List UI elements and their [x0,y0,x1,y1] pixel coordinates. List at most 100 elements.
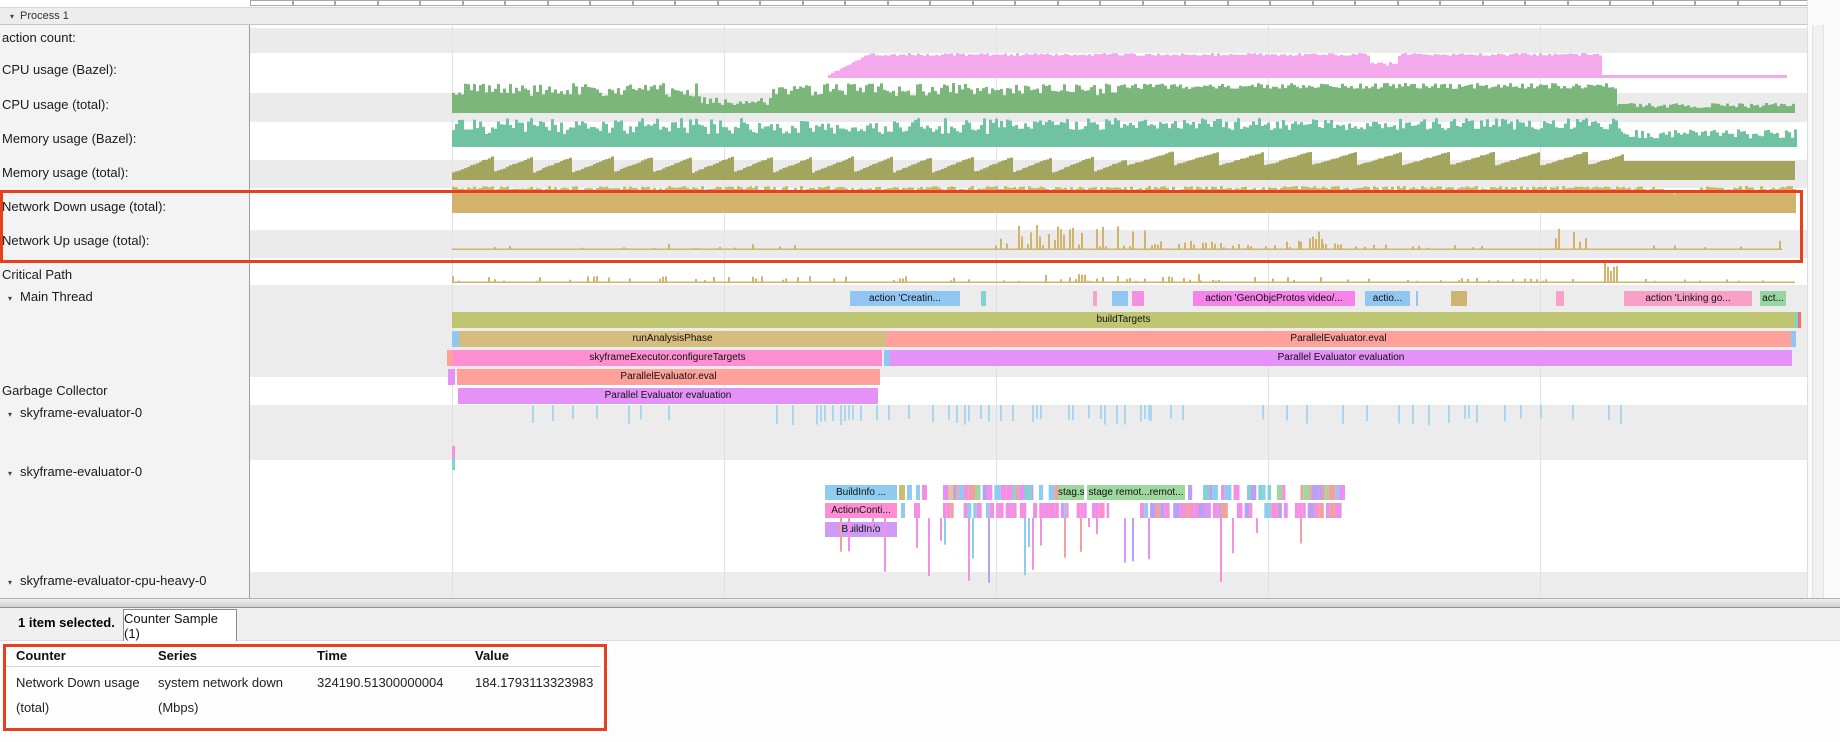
ruler-cell [463,0,506,6]
evaluator-slice[interactable]: stag.stag... [1058,485,1084,500]
evaluator-slice[interactable]: stage remot...remot... [1087,485,1185,500]
ruler-cell [1185,0,1228,6]
track-label-text: skyframe-evaluator-0 [20,405,142,420]
track-label-cpu-usage-total: CPU usage (total): [2,96,109,113]
ruler-cell [675,0,718,6]
ruler-cell [1270,0,1313,6]
track-label-text: Network Down usage (total): [2,199,166,214]
ruler-cell [1355,0,1398,6]
ruler-cell [335,0,378,6]
evaluator-sliver[interactable] [899,485,905,500]
histogram-network-down-usage[interactable] [250,218,1807,250]
track-label-network-up-usage-total: Network Up usage (total): [2,232,149,249]
ruler-cell [1483,0,1526,6]
tab-counter-sample[interactable]: Counter Sample (1) [123,609,237,641]
evaluator-sliver[interactable] [452,446,455,458]
critical-path-slice[interactable]: actio... [1365,291,1410,306]
cell-counter: Network Down usage (total) [16,670,146,720]
details-tabstrip: 1 item selected. Counter Sample (1) [0,608,1840,641]
ruler-cell [250,0,293,6]
collapse-triangle-icon[interactable]: ▾ [10,12,14,21]
track-label-skyframe-evaluator-0[interactable]: ▾ skyframe-evaluator-0 [8,404,142,421]
critical-path-slice[interactable] [1093,291,1097,306]
main-thread-slice[interactable] [1791,331,1796,347]
timeline-canvas[interactable]: action 'Creatin... action 'GenObjcProtos … [250,25,1807,598]
table-header-divider [6,666,601,667]
critical-path-slice[interactable] [1416,291,1418,306]
histogram-cpu-usage-bazel[interactable] [250,81,1807,113]
evaluator-sliver[interactable] [922,485,927,500]
track-label-text: Main Thread [20,289,93,304]
track-label-garbage-collector: Garbage Collector [2,382,108,399]
critical-path-slice[interactable]: action 'Creatin... [850,291,960,306]
main-thread-slice[interactable]: ParallelEvaluator.eval [457,369,880,385]
critical-path-slice[interactable]: action 'GenObjcProtos video/... [1193,291,1355,306]
ruler-cell [1610,0,1653,6]
main-thread-slice[interactable]: skyframeExecutor.configureTargets [453,350,882,366]
main-thread-slice[interactable]: buildTargets [452,312,1795,328]
evaluator-sliver[interactable] [914,503,920,518]
evaluator-sliver[interactable] [901,503,905,518]
track-label-text: Memory usage (total): [2,165,128,180]
histogram-action-count[interactable] [250,46,1807,78]
evaluator-hanging-lines[interactable] [250,518,1807,598]
evaluator-sliver[interactable] [907,485,912,500]
process-title: Process 1 [20,10,69,22]
critical-path-slice[interactable] [1112,291,1128,306]
ruler-cell [1440,0,1483,6]
track-label-text: CPU usage (total): [2,97,109,112]
main-thread-slice[interactable] [452,331,459,347]
evaluator-sliver[interactable] [452,458,455,470]
critical-path-slice[interactable]: act... [1760,291,1786,306]
ruler-cell [803,0,846,6]
histogram-cpu-usage-total[interactable] [250,115,1807,147]
col-header-series: Series [158,648,197,663]
collapse-triangle-icon[interactable]: ▾ [8,410,12,419]
col-header-counter: Counter [16,648,66,663]
critical-path-slice[interactable] [1556,291,1564,306]
ruler-cell [633,0,676,6]
process-header[interactable]: ▾ Process 1 [0,7,1840,25]
panel-splitter[interactable] [0,598,1840,608]
main-thread-slice[interactable] [1798,312,1801,328]
critical-path-slice[interactable] [981,291,986,306]
ruler-cell [1695,0,1738,6]
ruler-cell [293,0,336,6]
ruler-cell [973,0,1016,6]
track-label-main-thread[interactable]: ▾ Main Thread [8,288,93,305]
ruler-cell [845,0,888,6]
vertical-scrollbar[interactable] [1812,25,1824,598]
collapse-triangle-icon[interactable]: ▾ [8,294,12,303]
track-label-memory-usage-total: Memory usage (total): [2,164,128,181]
ruler-cell [1398,0,1441,6]
ruler-cell [590,0,633,6]
ruler-cell [1525,0,1568,6]
collapse-triangle-icon[interactable]: ▾ [8,469,12,478]
track-sidebar: action count:CPU usage (Bazel):CPU usage… [0,25,250,598]
main-thread-slice[interactable]: ParallelEvaluator.eval [886,331,1791,347]
main-thread-slice[interactable]: Parallel Evaluator evaluation [890,350,1792,366]
gc-ticks-track[interactable] [250,405,1807,427]
evaluator-sliver[interactable] [916,485,920,500]
track-label-skyframe-evaluator-cpu-heavy-0[interactable]: ▾skyframe-evaluator-cpu-heavy-0 [8,572,206,589]
histogram-memory-usage-bazel[interactable] [250,148,1807,180]
evaluator-slice[interactable]: ActionConti... [825,503,897,518]
critical-path-slice[interactable] [1451,291,1467,306]
critical-path-slice[interactable]: action 'Linking go... [1624,291,1752,306]
col-header-value: Value [475,648,509,663]
collapse-triangle-icon[interactable]: ▾ [8,578,12,587]
ruler-cell [1015,0,1058,6]
evaluator-slices[interactable] [250,485,1807,500]
main-thread-slice[interactable]: runAnalysisPhase [459,331,886,347]
evaluator-slices[interactable] [250,503,1807,518]
histogram-network-up-usage[interactable] [250,251,1807,283]
track-label-skyframe-evaluator-0[interactable]: ▾skyframe-evaluator-0 [8,463,142,480]
track-label-critical-path: Critical Path [2,266,72,283]
ruler-cell [378,0,421,6]
histogram-memory-usage-total[interactable] [250,181,1807,213]
critical-path-slice[interactable] [1132,291,1144,306]
main-thread-slice[interactable] [448,369,455,385]
ruler-cell [1143,0,1186,6]
evaluator-slice[interactable]: BuildInfo ... [825,485,897,500]
main-thread-slice[interactable]: Parallel Evaluator evaluation [458,388,878,404]
